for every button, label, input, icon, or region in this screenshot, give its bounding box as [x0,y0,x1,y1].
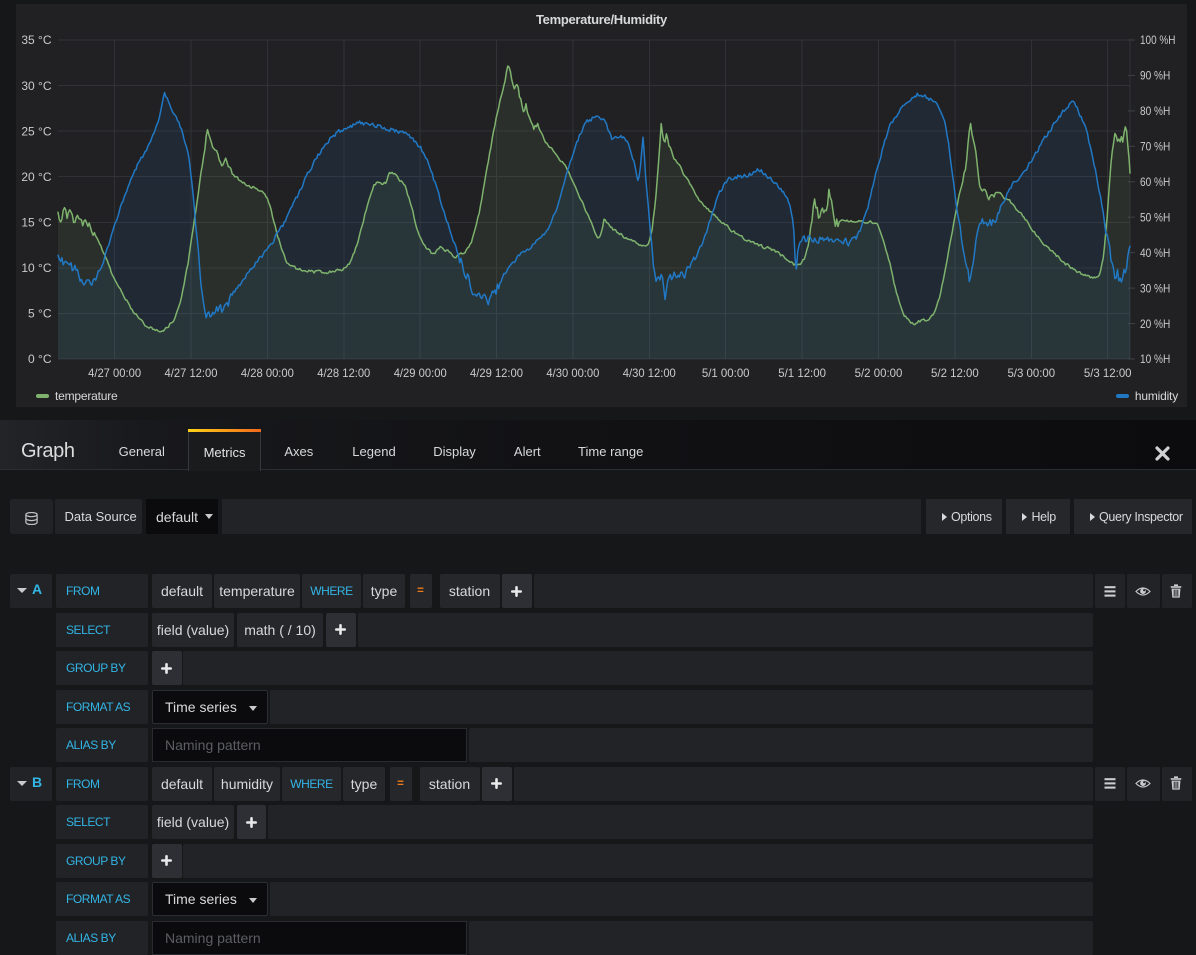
svg-text:4/27 00:00: 4/27 00:00 [88,366,141,380]
svg-text:4/30 00:00: 4/30 00:00 [546,366,599,380]
svg-text:4/29 00:00: 4/29 00:00 [394,366,447,380]
svg-text:20 °C: 20 °C [21,170,51,184]
svg-text:80 %H: 80 %H [1140,104,1170,118]
svg-text:5/3 12:00: 5/3 12:00 [1084,366,1132,380]
svg-text:5/1 12:00: 5/1 12:00 [778,366,826,380]
svg-text:4/28 00:00: 4/28 00:00 [241,366,294,380]
svg-text:4/29 12:00: 4/29 12:00 [470,366,523,380]
svg-text:4/30 12:00: 4/30 12:00 [623,366,676,380]
svg-text:5/2 00:00: 5/2 00:00 [855,366,903,380]
svg-text:30 %H: 30 %H [1140,281,1170,295]
svg-text:5 °C: 5 °C [28,307,52,321]
svg-text:4/27 12:00: 4/27 12:00 [165,366,218,380]
svg-text:35 °C: 35 °C [21,33,51,47]
svg-text:5/3 00:00: 5/3 00:00 [1007,366,1055,380]
svg-text:100 %H: 100 %H [1140,33,1175,47]
svg-text:5/1 00:00: 5/1 00:00 [702,366,750,380]
svg-text:40 %H: 40 %H [1140,246,1170,260]
svg-text:4/28 12:00: 4/28 12:00 [317,366,370,380]
svg-text:70 %H: 70 %H [1140,140,1170,154]
svg-text:50 %H: 50 %H [1140,210,1170,224]
svg-text:0 °C: 0 °C [28,352,52,366]
svg-text:10 %H: 10 %H [1140,352,1170,366]
svg-text:5/2 12:00: 5/2 12:00 [931,366,979,380]
svg-text:20 %H: 20 %H [1140,317,1170,331]
svg-text:90 %H: 90 %H [1140,69,1170,83]
svg-text:30 °C: 30 °C [21,79,51,93]
svg-text:10 °C: 10 °C [21,261,51,275]
svg-text:60 %H: 60 %H [1140,175,1170,189]
svg-text:15 °C: 15 °C [21,216,51,230]
svg-text:25 °C: 25 °C [21,124,51,138]
